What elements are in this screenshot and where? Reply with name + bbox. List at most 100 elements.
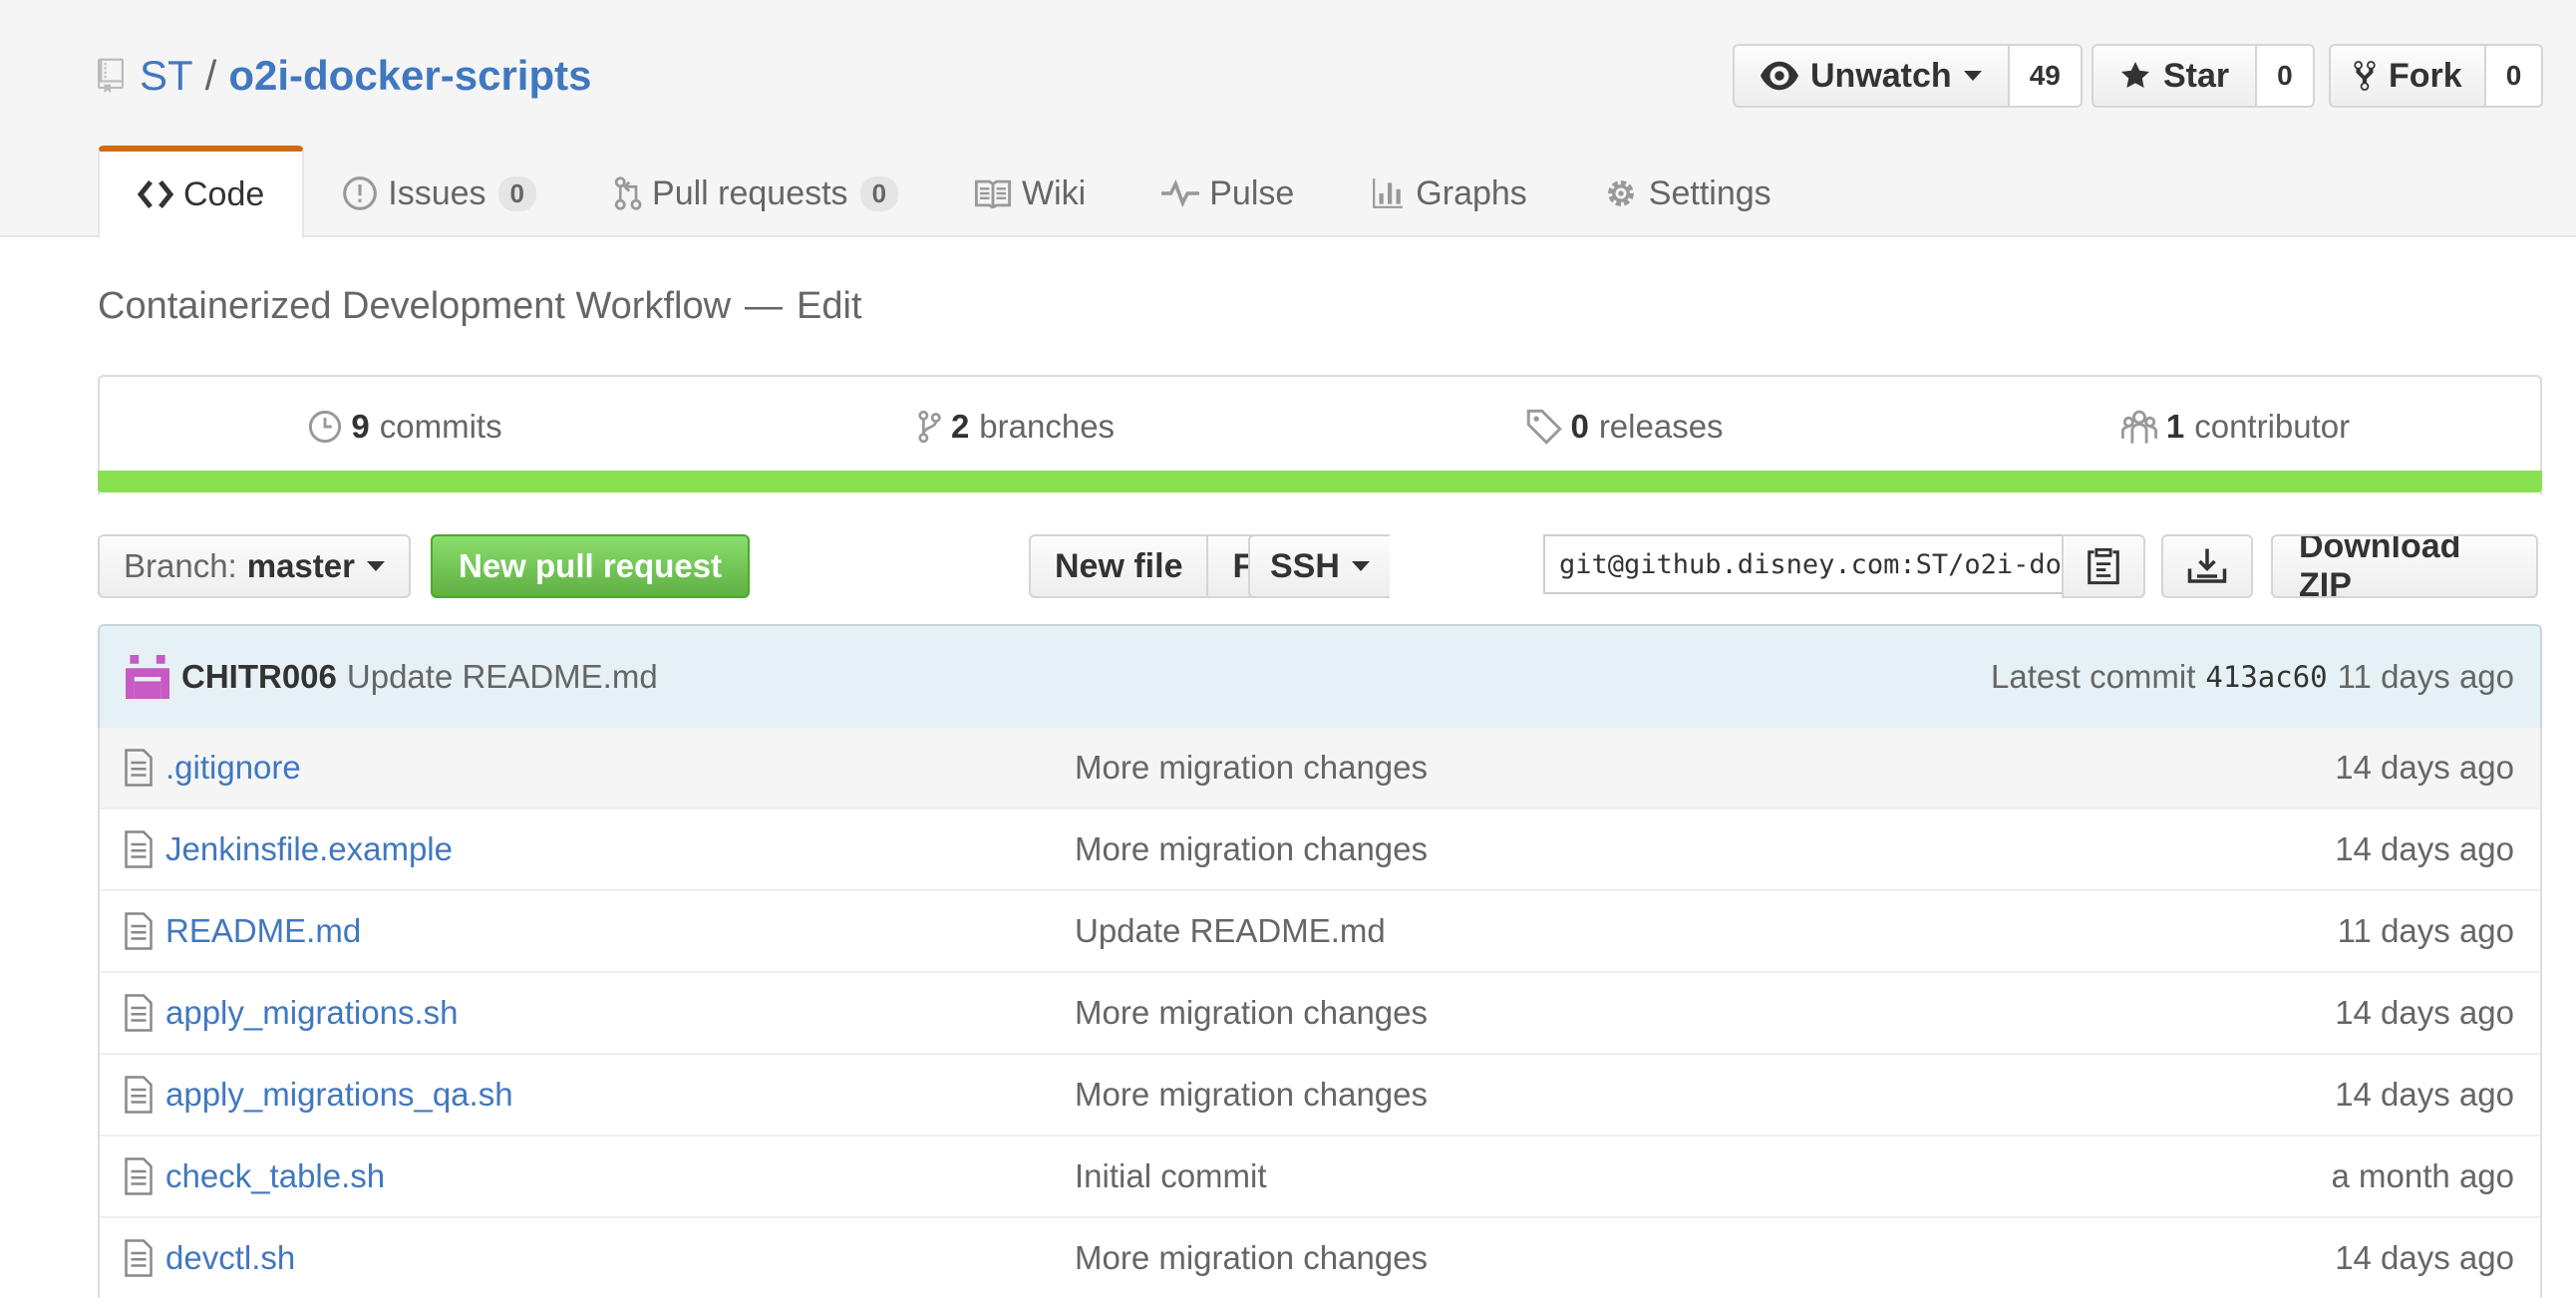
tab-label: Pull requests <box>652 173 848 212</box>
file-name-link[interactable]: check_table.sh <box>165 1157 385 1195</box>
file-name-link[interactable]: devctl.sh <box>165 1239 295 1277</box>
file-commit-message[interactable]: More migration changes <box>1075 749 1428 787</box>
file-commit-message[interactable]: More migration changes <box>1075 1239 1428 1277</box>
star-icon <box>2121 62 2149 88</box>
file-age: 14 days ago <box>2335 1239 2514 1276</box>
file-name-link[interactable]: README.md <box>165 912 361 950</box>
file-age: 14 days ago <box>2335 994 2514 1031</box>
branch-icon <box>918 410 941 444</box>
file-commit-message[interactable]: More migration changes <box>1075 1076 1428 1114</box>
file-age: 14 days ago <box>2335 830 2514 867</box>
file-navigation: Branch: master New pull request New file… <box>98 534 2538 598</box>
file-age: a month ago <box>2331 1157 2514 1194</box>
file-icon <box>125 749 153 787</box>
graph-icon <box>1373 178 1404 208</box>
tab-issues[interactable]: Issues 0 <box>304 150 574 237</box>
organization-icon <box>2120 410 2157 444</box>
issue-icon <box>343 176 378 210</box>
commit-age: 11 days ago <box>2337 658 2514 695</box>
clipboard-icon <box>2088 547 2119 585</box>
commit-author-link[interactable]: CHITR006 <box>181 658 337 696</box>
open-in-desktop-button[interactable] <box>2161 534 2253 598</box>
tab-label: Code <box>183 174 265 213</box>
file-commit-message[interactable]: More migration changes <box>1075 830 1428 868</box>
new-pull-request-button[interactable]: New pull request <box>431 534 751 598</box>
protocol-select-button[interactable]: SSH <box>1248 534 1390 598</box>
star-label: Star <box>2163 56 2230 95</box>
file-name-link[interactable]: Jenkinsfile.example <box>165 830 453 868</box>
commits-label: commits <box>379 408 502 445</box>
file-icon <box>125 1239 153 1277</box>
repo-title: ST / o2i-docker-scripts <box>98 48 591 104</box>
download-zip-button[interactable]: Download ZIP <box>2271 534 2538 598</box>
latest-commit-info: Latest commit 413ac60 11 days ago <box>1991 658 2514 696</box>
new-file-button[interactable]: New file <box>1031 536 1206 596</box>
watchers-count[interactable]: 49 <box>2009 46 2081 106</box>
stars-count[interactable]: 0 <box>2257 46 2313 106</box>
forks-count[interactable]: 0 <box>2485 46 2542 106</box>
repo-nav-tabs: Code Issues 0 Pull requests 0 Wiki Pulse… <box>98 146 1809 239</box>
star-button[interactable]: Star <box>2093 46 2258 106</box>
unwatch-button[interactable]: Unwatch <box>1735 46 2010 106</box>
fork-button[interactable]: Fork <box>2331 46 2486 106</box>
clone-url-input[interactable]: git@github.disney.com:ST/o2i-docker-scri… <box>1543 534 2066 594</box>
tab-pull-requests[interactable]: Pull requests 0 <box>574 150 936 237</box>
file-age: 11 days ago <box>2337 912 2514 949</box>
file-name-link[interactable]: apply_migrations_qa.sh <box>165 1076 513 1114</box>
contributors-label: contributor <box>2194 408 2351 445</box>
eye-icon <box>1761 61 1798 91</box>
repo-owner-link[interactable]: ST <box>140 52 193 100</box>
description-text: Containerized Development Workflow <box>98 285 732 327</box>
copy-clone-url-button[interactable] <box>2062 534 2145 598</box>
tab-settings[interactable]: Settings <box>1565 150 1809 237</box>
contributors-link[interactable]: 1 contributor <box>1930 377 2540 477</box>
file-list: .gitignore More migration changes 14 day… <box>98 728 2542 1298</box>
book-icon <box>974 179 1012 208</box>
pull-requests-count-badge: 0 <box>859 175 899 211</box>
pull-request-icon <box>614 176 642 210</box>
file-commit-message[interactable]: Initial commit <box>1075 1157 1267 1195</box>
file-commit-message[interactable]: More migration changes <box>1075 994 1428 1032</box>
tab-wiki[interactable]: Wiki <box>936 150 1124 237</box>
releases-count: 0 <box>1570 408 1589 445</box>
file-icon <box>125 912 153 950</box>
tab-graphs[interactable]: Graphs <box>1332 150 1565 237</box>
file-name-link[interactable]: .gitignore <box>165 749 301 787</box>
commits-count: 9 <box>351 408 370 445</box>
avatar[interactable] <box>126 655 169 699</box>
edit-description-link[interactable]: Edit <box>797 285 861 327</box>
download-zip-label: Download ZIP <box>2299 534 2461 598</box>
file-row: .gitignore More migration changes 14 day… <box>100 728 2540 808</box>
description-dash: — <box>745 285 784 327</box>
file-name-link[interactable]: apply_migrations.sh <box>165 994 459 1032</box>
tab-code[interactable]: Code <box>98 146 305 239</box>
repo-icon <box>98 58 124 94</box>
file-row: devctl.sh More migration changes 14 days… <box>100 1216 2540 1298</box>
fork-group: Fork 0 <box>2329 44 2544 108</box>
file-row: Jenkinsfile.example More migration chang… <box>100 808 2540 889</box>
repo-name-link[interactable]: o2i-docker-scripts <box>228 52 591 100</box>
file-row: apply_migrations.sh More migration chang… <box>100 971 2540 1053</box>
file-commit-message[interactable]: Update README.md <box>1075 912 1386 950</box>
commits-link[interactable]: 9 commits <box>100 377 710 477</box>
language-bar[interactable] <box>98 471 2542 492</box>
releases-link[interactable]: 0 releases <box>1320 377 1930 477</box>
file-row: apply_migrations_qa.sh More migration ch… <box>100 1053 2540 1135</box>
fork-icon <box>2354 61 2376 91</box>
history-icon <box>309 410 342 444</box>
branch-prefix: Branch: <box>124 547 237 584</box>
branches-link[interactable]: 2 branches <box>710 377 1320 477</box>
file-icon <box>125 830 153 868</box>
tab-label: Settings <box>1648 173 1771 212</box>
tab-label: Pulse <box>1209 173 1295 212</box>
tab-pulse[interactable]: Pulse <box>1124 150 1332 237</box>
commit-sha-link[interactable]: 413ac60 <box>2205 660 2327 694</box>
pulse-icon <box>1161 179 1200 207</box>
protocol-label: SSH <box>1270 546 1340 585</box>
file-icon <box>125 1157 153 1195</box>
commit-message-link[interactable]: Update README.md <box>347 658 658 696</box>
download-icon <box>2187 548 2227 583</box>
file-row: README.md Update README.md 11 days ago <box>100 889 2540 971</box>
watch-group: Unwatch 49 <box>1733 44 2083 108</box>
branch-select-button[interactable]: Branch: master <box>98 534 411 598</box>
